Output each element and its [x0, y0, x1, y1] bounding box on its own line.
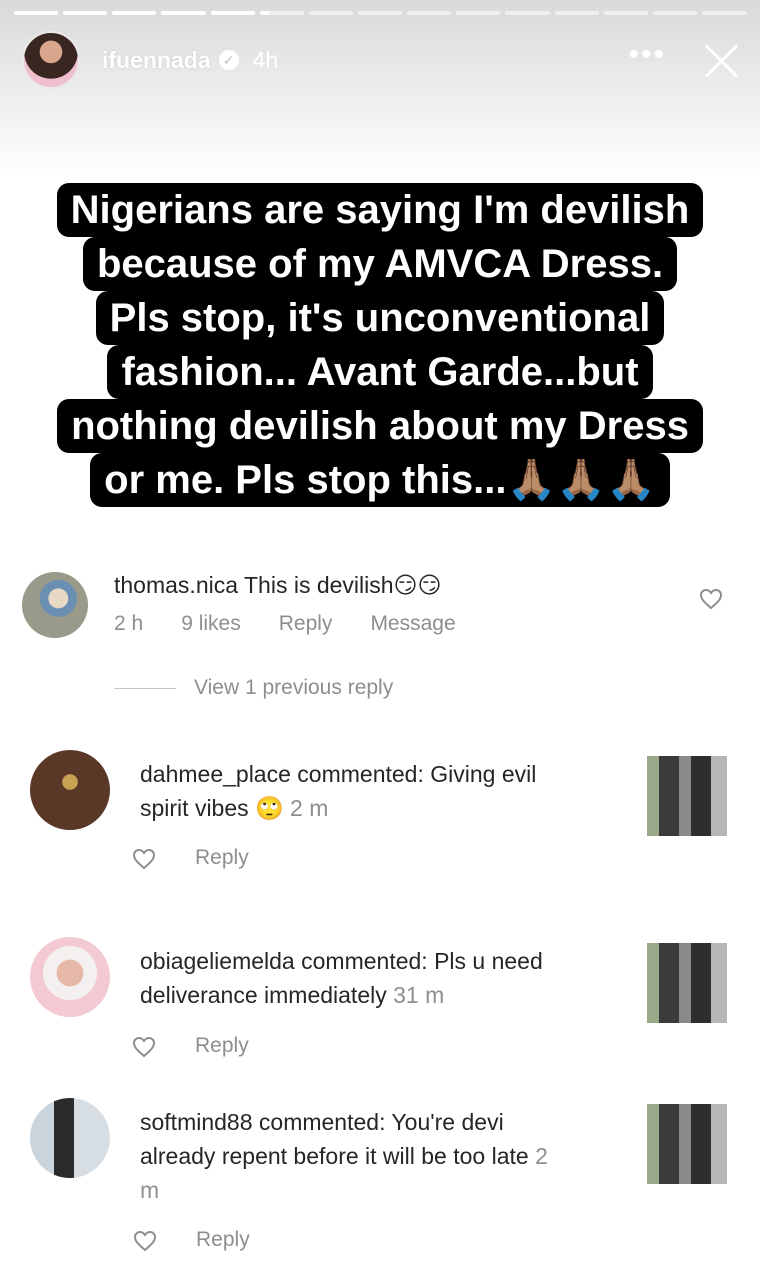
caption-line: Nigerians are saying I'm devilish [56, 183, 704, 237]
story-caption: Nigerians are saying I'm devilish becaus… [0, 183, 760, 507]
comment-time: 31 m [386, 982, 445, 1008]
reply-button[interactable]: Reply [196, 1228, 250, 1252]
post-thumbnail[interactable] [647, 1104, 727, 1184]
progress-segment [259, 11, 304, 15]
progress-segment [407, 11, 452, 15]
caption-line: because of my AMVCA Dress. [82, 237, 678, 291]
reply-button[interactable]: Reply [279, 612, 333, 636]
comment-username[interactable]: thomas.nica [114, 572, 238, 598]
progress-fill [161, 11, 206, 15]
progress-segment [357, 11, 403, 15]
comment-username[interactable]: dahmee_place [140, 761, 291, 787]
reply-button[interactable]: Reply [195, 846, 249, 870]
post-time: 4h [252, 46, 279, 73]
progress-fill [112, 11, 157, 15]
view-previous-replies[interactable]: View 1 previous reply [114, 676, 393, 700]
progress-segment [652, 11, 697, 15]
comment-username[interactable]: obiageliemelda [140, 948, 295, 974]
caption-line: or me. Pls stop this...🙏🏽🙏🏽🙏🏽 [90, 453, 670, 507]
comment-time: 2 h [114, 612, 144, 635]
progress-fill [210, 11, 255, 15]
comment-text: deliverance immediately [140, 982, 387, 1008]
caption-line: fashion... Avant Garde...but [107, 345, 653, 399]
progress-segment [554, 11, 599, 15]
comment-username[interactable]: softmind88 [140, 1109, 253, 1135]
like-heart-icon[interactable] [133, 1230, 157, 1252]
more-options-icon[interactable]: ••• [628, 40, 666, 70]
like-heart-icon[interactable] [699, 588, 723, 610]
comment-likes[interactable]: 9 likes [181, 612, 241, 636]
comment-time: 2 m [283, 795, 329, 821]
post-thumbnail[interactable] [647, 943, 727, 1023]
comment-text: already repent before it will be too lat… [140, 1143, 529, 1169]
story-header: ifuennada ✓ 4h ••• [22, 30, 742, 90]
close-icon[interactable] [700, 39, 742, 81]
progress-segment [308, 11, 353, 15]
caption-line: nothing devilish about my Dress [57, 399, 703, 453]
message-button[interactable]: Message [370, 612, 455, 636]
progress-fill [14, 11, 59, 15]
progress-segment [161, 11, 206, 15]
progress-segment [112, 11, 157, 15]
commenter-avatar[interactable] [30, 750, 110, 830]
progress-fill [259, 11, 269, 15]
progress-segment [603, 11, 648, 15]
commenter-avatar[interactable] [30, 1098, 110, 1178]
progress-segment [14, 11, 59, 15]
progress-segment [63, 11, 108, 15]
story-progress [14, 11, 747, 15]
comment-text: spirit vibes 🙄 [140, 795, 284, 821]
post-thumbnail[interactable] [647, 756, 727, 836]
progress-segment [210, 11, 255, 15]
commenter-avatar[interactable] [22, 572, 88, 638]
progress-segment [505, 11, 550, 15]
author-username[interactable]: ifuennada [102, 47, 211, 74]
comment-text: commented: You're devi [252, 1109, 504, 1135]
comment-text: This is devilish😏😏 [244, 572, 442, 598]
progress-segment [456, 11, 501, 15]
commenter-avatar[interactable] [30, 937, 110, 1017]
view-previous-label[interactable]: View 1 previous reply [194, 676, 393, 700]
like-heart-icon[interactable] [132, 1036, 156, 1058]
progress-fill [63, 11, 108, 15]
like-heart-icon[interactable] [132, 848, 156, 870]
comment-time: m [140, 1177, 160, 1203]
caption-line: Pls stop, it's unconventional [95, 291, 665, 345]
reply-button[interactable]: Reply [195, 1034, 249, 1058]
verified-badge-icon: ✓ [218, 50, 239, 70]
comment-text: commented: Pls u need [294, 948, 543, 974]
comment-time: 2 [528, 1143, 548, 1169]
author-avatar[interactable] [22, 31, 80, 89]
progress-segment [701, 11, 747, 15]
comment-text: commented: Giving evil [290, 761, 537, 787]
